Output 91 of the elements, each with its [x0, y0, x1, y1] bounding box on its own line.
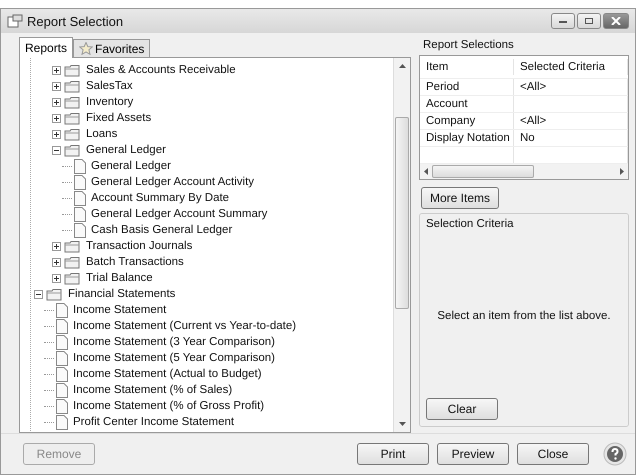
clear-button[interactable]: Clear: [426, 398, 498, 420]
star-icon: [79, 42, 94, 55]
preview-button[interactable]: Preview: [437, 443, 509, 465]
tree-item[interactable]: Fixed Assets: [85, 112, 152, 124]
document-icon: [74, 158, 86, 174]
folder-icon: [64, 272, 81, 284]
tree-item[interactable]: General Ledger: [85, 144, 167, 156]
tree-item[interactable]: Cash Basis General Ledger: [90, 224, 234, 236]
tree-item[interactable]: Income Statement (5 Year Comparison): [72, 352, 276, 364]
expand-icon[interactable]: [52, 130, 61, 138]
folder-icon: [64, 80, 81, 92]
table-cell: Company: [420, 113, 514, 129]
folder-icon: [64, 112, 81, 124]
scrollbar[interactable]: [420, 164, 628, 179]
maximize-button[interactable]: [577, 13, 601, 29]
tree-item[interactable]: Batch Transactions: [85, 256, 185, 268]
folder-icon: [64, 64, 81, 76]
hint-text: Select an item from the list above.: [437, 310, 611, 322]
table-cell: Display Notation: [420, 130, 514, 146]
document-icon: [56, 318, 68, 334]
tree-item[interactable]: Sales & Accounts Receivable: [85, 64, 237, 76]
tree-item[interactable]: General Ledger Account Summary: [90, 208, 268, 220]
section-title: Selection Criteria: [426, 218, 514, 230]
tree-item[interactable]: SalesTax: [85, 80, 134, 92]
maximize-icon: [584, 17, 594, 25]
folder-icon: [64, 128, 81, 140]
expand-icon[interactable]: [52, 66, 61, 74]
tree-item[interactable]: Income Statement (Current vs Year-to-date): [72, 320, 298, 332]
expand-icon[interactable]: [52, 258, 61, 266]
tree-item[interactable]: General Ledger Account Activity: [90, 176, 256, 188]
folder-icon: [64, 96, 81, 108]
tree-item[interactable]: Income Statement (% of Gross Profit): [72, 400, 266, 412]
tree-item[interactable]: Profit Center Income Statement: [72, 416, 236, 428]
tree-item[interactable]: General Ledger: [90, 160, 172, 172]
scroll-down-icon[interactable]: [398, 422, 406, 426]
document-icon: [74, 174, 86, 190]
expand-icon[interactable]: [52, 98, 61, 106]
scroll-up-icon[interactable]: [398, 64, 406, 68]
tree-item[interactable]: Financial Statements: [67, 288, 176, 300]
expand-icon[interactable]: [52, 274, 61, 282]
close-icon: [611, 17, 621, 25]
tree-item[interactable]: Income Statement (% of Sales): [72, 384, 234, 396]
tree-item[interactable]: Trial Balance: [85, 272, 154, 284]
expand-icon[interactable]: [52, 82, 61, 90]
column-header[interactable]: Selected Criteria: [514, 59, 628, 75]
document-icon: [56, 414, 68, 430]
expand-icon[interactable]: [52, 242, 61, 250]
table-cell: Account: [420, 96, 514, 112]
table-cell: Period: [420, 79, 514, 95]
more-items-button[interactable]: More Items: [421, 187, 500, 209]
folder-icon: [64, 240, 81, 252]
document-icon: [74, 222, 86, 238]
help-icon[interactable]: [603, 442, 627, 466]
document-icon: [74, 190, 86, 206]
print-button[interactable]: Print: [357, 443, 429, 465]
folder-icon: [64, 256, 81, 268]
tree-item[interactable]: Income Statement: [72, 304, 168, 316]
tab[interactable]: Reports: [19, 37, 74, 58]
minimize-button[interactable]: [551, 13, 575, 29]
window-title: Report Selection: [27, 14, 124, 28]
column-header[interactable]: Item: [420, 59, 514, 75]
document-icon: [56, 334, 68, 350]
document-icon: [56, 302, 68, 318]
document-icon: [56, 366, 68, 382]
tree-item[interactable]: Account Summary By Date: [90, 192, 230, 204]
tree-item[interactable]: Income Statement (3 Year Comparison): [72, 336, 276, 348]
tree-item[interactable]: Loans: [85, 128, 118, 140]
document-icon: [74, 206, 86, 222]
document-icon: [56, 398, 68, 414]
table-cell: <All>: [514, 79, 628, 95]
scroll-right-icon[interactable]: [620, 168, 624, 175]
collapse-icon[interactable]: [52, 146, 61, 154]
tree-item[interactable]: Income Statement (Actual to Budget): [72, 368, 263, 380]
report-icon: [7, 14, 23, 28]
close-button[interactable]: Close: [517, 443, 589, 465]
close-button[interactable]: [603, 13, 629, 29]
folder-icon: [46, 288, 63, 300]
tree-item[interactable]: Inventory: [85, 96, 134, 108]
tab[interactable]: Favorites: [73, 39, 150, 57]
collapse-icon[interactable]: [34, 290, 43, 298]
tree-item[interactable]: Transaction Journals: [85, 240, 194, 252]
document-icon: [56, 350, 68, 366]
folder-icon: [64, 144, 81, 156]
table-cell: <All>: [514, 113, 628, 129]
document-icon: [56, 382, 68, 398]
minimize-icon: [558, 18, 568, 24]
section-title: Report Selections: [422, 38, 515, 53]
expand-icon[interactable]: [52, 114, 61, 122]
table-cell: No: [514, 130, 628, 146]
scrollbar[interactable]: [393, 58, 410, 432]
scroll-left-icon[interactable]: [424, 168, 428, 175]
